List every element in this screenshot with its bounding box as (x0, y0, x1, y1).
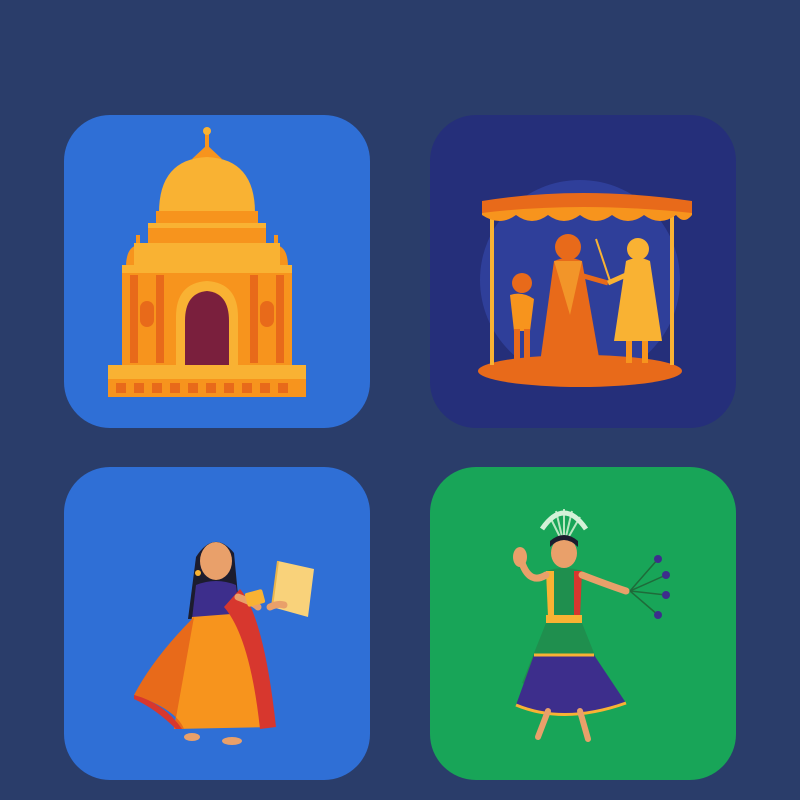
dance-app-icon[interactable] (430, 467, 736, 780)
puppet-show-app-icon[interactable] (430, 115, 736, 428)
temple-icon (64, 115, 370, 428)
peacock-dancer-icon (430, 467, 736, 780)
puppet-show-icon (430, 115, 736, 428)
woman-reading-icon (64, 467, 370, 780)
temple-app-icon[interactable] (64, 115, 370, 428)
reading-app-icon[interactable] (64, 467, 370, 780)
